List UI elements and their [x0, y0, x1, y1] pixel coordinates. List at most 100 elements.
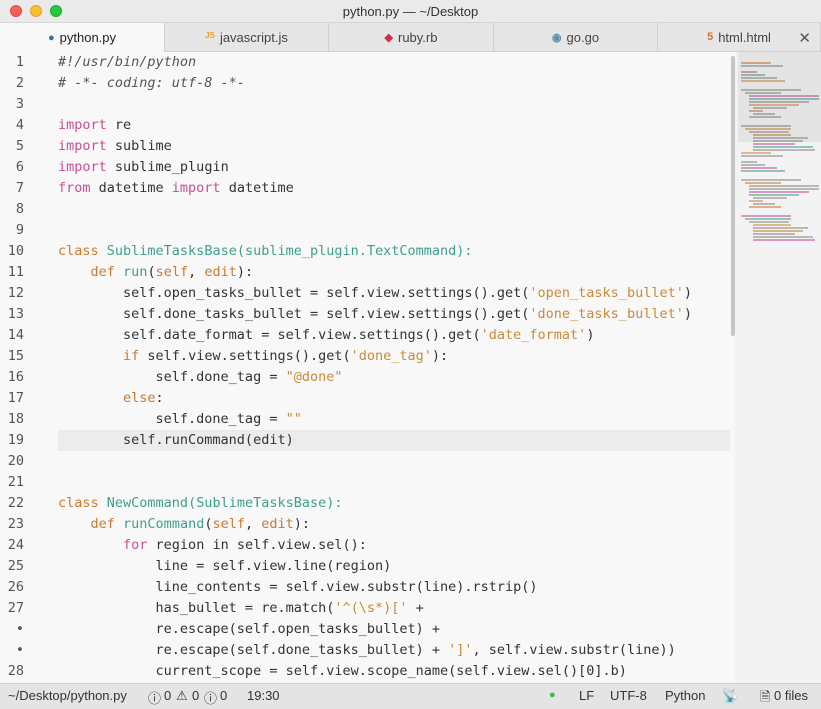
code-line[interactable]: line_contents = self.view.substr(line).r…	[58, 577, 538, 598]
code-line[interactable]: import re	[58, 115, 131, 136]
code-line[interactable]: self.done_tag = "@done"	[58, 367, 343, 388]
code-line[interactable]: else:	[58, 388, 164, 409]
line-number: 21	[7, 474, 24, 490]
tab-html-html[interactable]: 5 html.html	[658, 23, 821, 51]
line-number: 26	[7, 579, 24, 595]
code-token: ""	[285, 411, 302, 427]
tab-bar: ● python.py JS javascript.js ◆ ruby.rb ◉ go.go 5…	[0, 23, 821, 52]
minimap-line	[749, 185, 819, 187]
line-number: 15	[7, 348, 24, 364]
python-icon: ●	[47, 31, 55, 44]
code-line[interactable]: from datetime import datetime	[58, 178, 294, 199]
code-token: (SublimeTasksBase):	[188, 495, 343, 511]
line-number: 13	[7, 306, 24, 322]
minimap-line	[741, 164, 765, 166]
code-line[interactable]: has_bullet = re.match('^(\s*)[' +	[58, 598, 424, 619]
code-token: self.date_format = self.view.settings().…	[58, 327, 481, 343]
minimap-line	[741, 179, 801, 181]
code-line[interactable]: if self.view.settings().get('done_tag'):	[58, 346, 448, 367]
code-token: (	[147, 264, 156, 280]
line-number: 11	[7, 264, 24, 280]
code-line[interactable]: re.escape(self.done_tasks_bullet) + ']',…	[58, 640, 676, 661]
code-line[interactable]: def run(self, edit):	[58, 262, 254, 283]
tab-go-go[interactable]: ◉ go.go	[494, 23, 658, 51]
code-line[interactable]: self.date_format = self.view.settings().…	[58, 325, 594, 346]
minimap-line	[749, 221, 789, 223]
minimap[interactable]	[735, 52, 821, 683]
code-token: import	[58, 138, 107, 154]
broadcast-icon[interactable]: 📡	[722, 688, 738, 704]
close-tab-icon[interactable]: ✕	[798, 29, 811, 47]
code-line[interactable]: current_scope = self.view.scope_name(sel…	[58, 661, 627, 682]
code-editor[interactable]: #!/usr/bin/python # -*- coding: utf-8 -*-…	[58, 52, 730, 683]
code-line[interactable]: #!/usr/bin/python	[58, 52, 196, 73]
code-line[interactable]: re.escape(self.open_tasks_bullet) +	[58, 619, 440, 640]
line-number: 28	[7, 663, 24, 679]
title-bar: python.py — ~/Desktop	[0, 0, 821, 23]
minimap-line	[749, 200, 763, 202]
code-line[interactable]: self.done_tasks_bullet = self.view.setti…	[58, 304, 692, 325]
code-token: re	[106, 117, 132, 133]
line-number: 27	[7, 600, 24, 616]
tab-python-py[interactable]: ● python.py	[0, 23, 165, 52]
code-token: ):	[456, 243, 473, 259]
tab-javascript-js[interactable]: JS javascript.js	[165, 23, 329, 51]
code-token: current_scope = self.view.scope_name(sel…	[58, 663, 627, 679]
line-number: 5	[15, 138, 24, 154]
error-icon: ⓘ	[148, 691, 162, 706]
minimap-line	[749, 188, 819, 190]
line-number-gutter: 1 2 3 4 5 6 7 8 9 10 11 12 13 14 15 16 17 18 19 20 21 22 23 24 2…	[0, 52, 40, 683]
tab-label: ruby.rb	[397, 29, 438, 45]
line-number: •	[15, 642, 24, 658]
code-line[interactable]: def runCommand(self, edit):	[58, 514, 311, 535]
minimap-line	[753, 239, 815, 241]
tab-ruby-rb[interactable]: ◆ ruby.rb	[329, 23, 494, 51]
minimap-line	[749, 191, 809, 193]
minimap-line	[753, 146, 813, 148]
code-token: has_bullet = re.match(	[58, 600, 335, 616]
status-errors[interactable]: 0	[164, 688, 171, 703]
code-line[interactable]: import sublime_plugin	[58, 157, 229, 178]
status-info[interactable]: 0	[220, 688, 227, 703]
status-line-ending[interactable]: LF	[579, 688, 594, 703]
minimap-line	[741, 170, 785, 172]
code-token: +	[407, 600, 424, 616]
minimap-line	[741, 167, 777, 169]
code-line[interactable]: for region in self.view.sel():	[58, 535, 367, 556]
code-line[interactable]: self.runCommand(edit)	[58, 430, 294, 451]
code-token: ']'	[448, 642, 473, 658]
code-line[interactable]: class NewCommand(SublimeTasksBase):	[58, 493, 343, 514]
tab-label: html.html	[718, 29, 771, 45]
code-line[interactable]: import sublime	[58, 136, 172, 157]
status-files[interactable]: 0 files	[774, 688, 808, 703]
warning-icon: ⚠	[176, 688, 188, 703]
code-token: 'date_format'	[480, 327, 587, 343]
js-icon: JS	[205, 31, 215, 40]
line-number: •	[15, 621, 24, 637]
code-token: # -*- coding: utf-8 -*-	[58, 75, 245, 91]
line-number: 12	[7, 285, 24, 301]
status-file-path[interactable]: ~/Desktop/python.py	[8, 688, 127, 703]
minimap-line	[745, 182, 781, 184]
code-line[interactable]: # -*- coding: utf-8 -*-	[58, 73, 245, 94]
code-line[interactable]: self.done_tag = ""	[58, 409, 302, 430]
minimap-line	[741, 152, 771, 154]
line-number: 4	[15, 117, 24, 133]
code-token: datetime	[220, 180, 294, 196]
code-line[interactable]: self.open_tasks_bullet = self.view.setti…	[58, 283, 692, 304]
status-cursor-position[interactable]: 19:30	[247, 688, 280, 703]
code-token: self	[155, 264, 189, 280]
code-token: self.view.settings().get(	[139, 348, 351, 364]
status-encoding[interactable]: UTF-8	[610, 688, 647, 703]
code-line[interactable]: line = self.view.line(region)	[58, 556, 392, 577]
code-token: , self.view.substr(line))	[472, 642, 676, 658]
code-token: line = self.view.line(region)	[58, 558, 392, 574]
code-token: self.done_tasks_bullet = self.view.setti…	[58, 306, 530, 322]
status-warnings[interactable]: 0	[192, 688, 199, 703]
status-syntax[interactable]: Python	[665, 688, 705, 703]
code-token: (	[236, 243, 245, 259]
minimap-viewport[interactable]	[738, 52, 821, 142]
code-line[interactable]: class SublimeTasksBase(sublime_plugin.Te…	[58, 241, 473, 262]
